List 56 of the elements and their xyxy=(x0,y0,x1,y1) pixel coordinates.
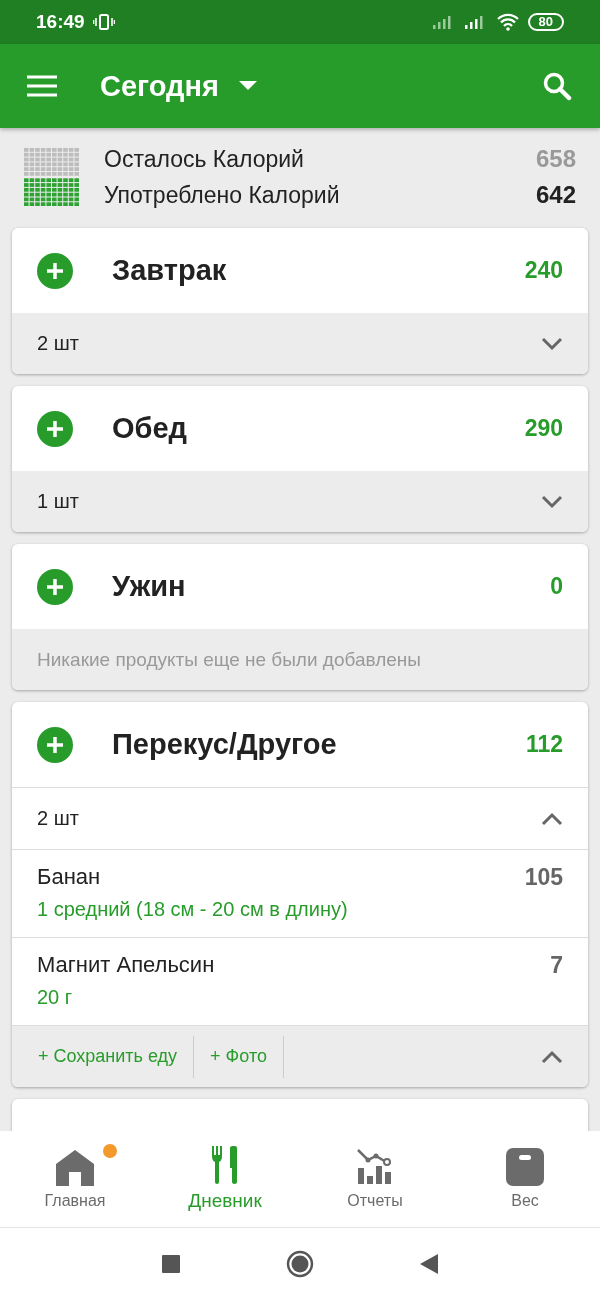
action-link[interactable]: + Сохранить еду xyxy=(22,1026,194,1087)
calorie-label: Осталось Калорий xyxy=(104,145,304,173)
clock: 16:49 xyxy=(36,11,85,33)
food-calories: 105 xyxy=(524,864,563,891)
fork-knife-icon xyxy=(211,1146,239,1184)
empty-message: Никакие продукты еще не были добавлены xyxy=(37,648,421,671)
action-link[interactable]: + Фото xyxy=(194,1026,283,1087)
food-portion: 20 г xyxy=(37,986,74,1009)
nav-tab[interactable]: Главная xyxy=(0,1131,150,1227)
dropdown-caret-icon xyxy=(238,81,257,91)
scale-icon xyxy=(506,1148,544,1186)
wifi-icon xyxy=(495,13,520,31)
food-item[interactable]: Банан 1 средний (18 см - 20 см в длину) 105 xyxy=(12,850,588,938)
item-count-row[interactable]: 2 шт xyxy=(12,787,588,850)
chart-icon xyxy=(356,1148,394,1186)
meal-calories: 0 xyxy=(550,573,563,600)
meal-title: Обед xyxy=(112,412,187,445)
chevron-up-icon[interactable] xyxy=(541,1049,563,1064)
battery-indicator: 80 xyxy=(527,13,564,31)
meal-calories: 112 xyxy=(525,731,563,758)
food-name: Банан xyxy=(37,864,102,890)
recents-icon[interactable] xyxy=(161,1253,181,1274)
menu-icon[interactable] xyxy=(27,75,57,97)
chevron-down-icon[interactable] xyxy=(541,336,563,351)
add-icon[interactable] xyxy=(37,568,73,605)
meal-calories: 290 xyxy=(524,415,563,442)
item-count: 2 шт xyxy=(37,807,79,830)
home-button-icon[interactable] xyxy=(286,1249,314,1278)
nav-tab[interactable]: Вес xyxy=(450,1131,600,1227)
calorie-value: 658 xyxy=(535,145,576,173)
chevron-up-icon[interactable] xyxy=(541,811,563,826)
add-icon[interactable] xyxy=(37,726,73,763)
item-count: 2 шт xyxy=(37,332,79,355)
calorie-value: 642 xyxy=(535,181,576,209)
house-icon xyxy=(55,1150,95,1186)
chevron-down-icon[interactable] xyxy=(541,494,563,509)
nav-tab[interactable]: Отчеты xyxy=(300,1131,450,1227)
search-icon[interactable] xyxy=(542,71,572,101)
vibrate-icon xyxy=(92,14,115,30)
nav-tab[interactable]: Дневник xyxy=(150,1131,300,1227)
meal-calories: 240 xyxy=(524,257,563,284)
calorie-label: Употреблено Калорий xyxy=(104,181,340,209)
item-count-row[interactable]: 2 шт xyxy=(12,313,588,374)
item-count: 1 шт xyxy=(37,490,79,513)
meal-title: Ужин xyxy=(112,570,186,603)
calorie-grid-icon xyxy=(24,148,80,206)
item-count-row[interactable]: 1 шт xyxy=(12,471,588,532)
add-icon[interactable] xyxy=(37,252,73,289)
meal-title: Завтрак xyxy=(112,254,227,287)
back-icon[interactable] xyxy=(419,1252,439,1275)
food-name: Магнит Апельсин xyxy=(37,952,215,978)
date-dropdown[interactable]: Сегодня xyxy=(100,69,257,103)
meal-title: Перекус/Другое xyxy=(112,728,337,761)
food-calories: 7 xyxy=(550,952,563,979)
add-icon[interactable] xyxy=(37,410,73,447)
food-portion: 1 средний (18 см - 20 см в длину) xyxy=(37,898,348,921)
